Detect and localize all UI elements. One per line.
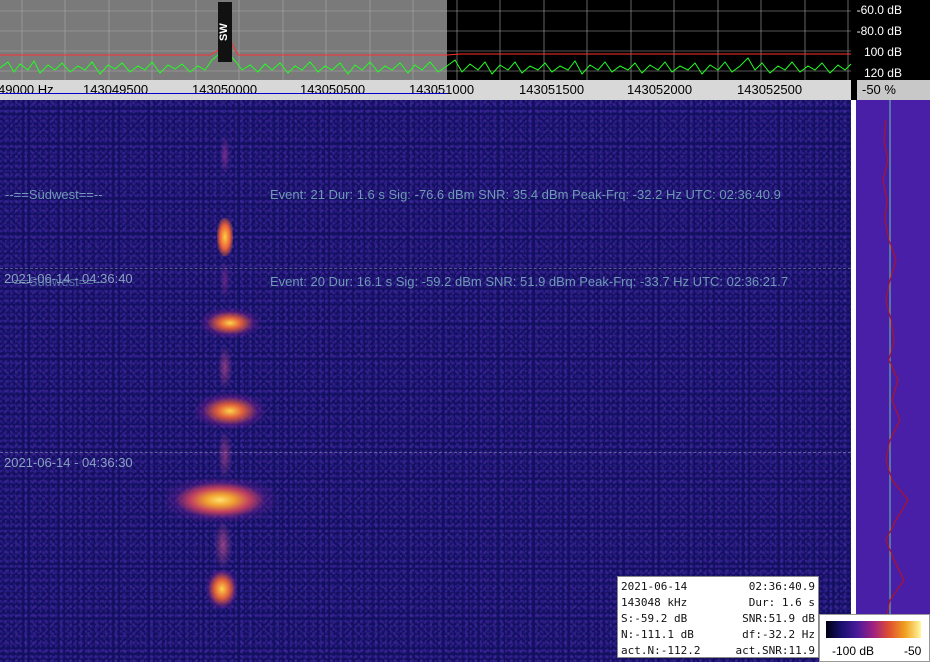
signal-marker-label[interactable]: SW xyxy=(218,2,232,62)
color-scale-bar xyxy=(826,621,921,638)
spectrum-panel[interactable]: -60.0 dB -80.0 dB 100 dB 120 dB SW xyxy=(0,0,930,80)
frequency-axis[interactable]: 49000 Hz 143049500 143050000 143050500 1… xyxy=(0,80,851,100)
spectrum-grid xyxy=(0,0,851,80)
signal-trace xyxy=(220,135,230,175)
signal-trace xyxy=(218,430,232,480)
signal-burst xyxy=(165,478,275,522)
db-label-top: -60.0 dB xyxy=(856,3,902,17)
info-signal: S:-59.2 dB xyxy=(621,612,688,625)
info-row: 143048 kHz Dur: 1.6 s xyxy=(621,595,815,611)
signal-trace xyxy=(218,345,232,390)
db-label-bottom: 120 dB xyxy=(863,66,902,80)
info-frequency: 143048 kHz xyxy=(621,596,688,609)
info-row: act.N:-112.2 act.SNR:11.9 xyxy=(621,643,815,659)
info-row: 2021-06-14 02:36:40.9 xyxy=(621,579,815,595)
db-label-3: 100 dB xyxy=(863,45,902,59)
spectrum-plot xyxy=(0,0,852,80)
info-row: N:-111.1 dB df:-32.2 Hz xyxy=(621,627,815,643)
selection-range-line xyxy=(0,93,447,94)
freq-tick: 49000 Hz xyxy=(0,82,54,97)
event-info-box: 2021-06-14 02:36:40.9 143048 kHz Dur: 1.… xyxy=(617,576,819,658)
info-row: S:-59.2 dB SNR:51.9 dB xyxy=(621,611,815,627)
event-info: Event: 20 Dur: 16.1 s Sig: -59.2 dBm SNR… xyxy=(270,274,789,289)
level-history-plot xyxy=(882,100,909,620)
info-date: 2021-06-14 xyxy=(621,580,688,593)
info-snr: SNR:51.9 dB xyxy=(742,612,815,625)
info-duration: Dur: 1.6 s xyxy=(748,596,815,609)
freq-tick: 143051000 xyxy=(409,82,475,97)
freq-tick: 143049500 xyxy=(83,82,149,97)
percent-marker xyxy=(851,80,857,100)
freq-tick: 143052000 xyxy=(627,82,693,97)
time-separator xyxy=(0,268,851,269)
freq-tick: 143051500 xyxy=(519,82,585,97)
db-label-2: -80.0 dB xyxy=(856,24,902,38)
threshold-line xyxy=(0,39,851,56)
info-act-snr: act.SNR:11.9 xyxy=(735,644,815,657)
scale-max-label: -50 xyxy=(904,644,922,658)
time-separator xyxy=(0,452,851,453)
scale-min-label: -100 dB xyxy=(832,644,875,658)
info-act-noise: act.N:-112.2 xyxy=(621,644,701,657)
time-label: 2021-06-14 - 04:36:30 xyxy=(4,455,133,470)
info-time: 02:36:40.9 xyxy=(748,580,815,593)
info-noise: N:-111.1 dB xyxy=(621,628,694,641)
signal-burst xyxy=(207,570,237,608)
signal-burst xyxy=(195,393,265,429)
info-df: df:-32.2 Hz xyxy=(742,628,815,641)
spectrum-trace xyxy=(0,44,852,75)
signal-burst xyxy=(200,308,260,338)
freq-tick: 143052500 xyxy=(737,82,803,97)
station-label: --==Südwest==-- xyxy=(5,187,103,202)
station-label: --==Südwest==-- xyxy=(5,274,103,289)
level-percent-label: -50 % xyxy=(862,82,896,97)
event-info: Event: 21 Dur: 1.6 s Sig: -76.6 dBm SNR:… xyxy=(270,187,781,202)
signal-trace xyxy=(214,520,232,570)
freq-tick: 143050500 xyxy=(300,82,366,97)
signal-trace xyxy=(220,260,230,300)
freq-tick: 143050000 xyxy=(192,82,258,97)
signal-burst xyxy=(217,218,233,256)
